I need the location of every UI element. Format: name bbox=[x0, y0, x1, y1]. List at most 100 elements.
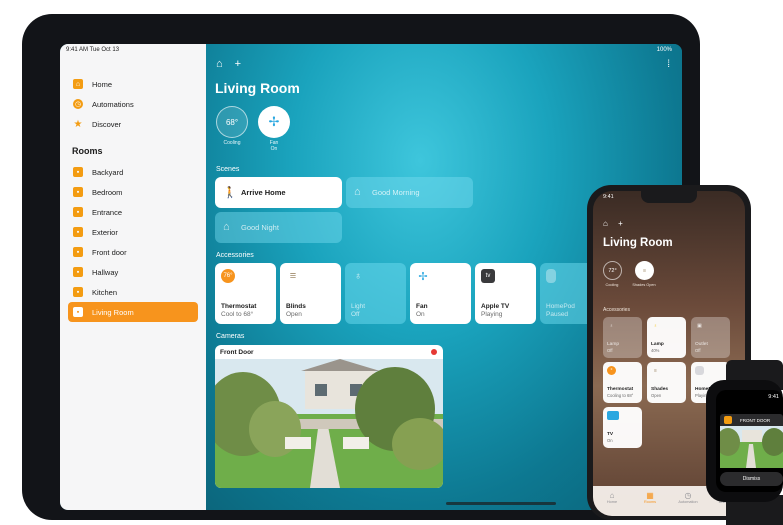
accessory-status: Paused bbox=[546, 311, 569, 318]
sidebar-item-kitchen[interactable]: ▪ Kitchen bbox=[68, 282, 198, 302]
accessory-status: Cool to 68° bbox=[221, 311, 254, 318]
iphone-shades-label: Shades Open bbox=[632, 283, 656, 287]
outlet-icon: ▣ bbox=[697, 322, 702, 329]
sidebar-item-bedroom[interactable]: ▪ Bedroom bbox=[68, 182, 198, 202]
tile-name: Lamp bbox=[607, 342, 619, 347]
accessory-status: Open bbox=[286, 311, 302, 318]
sidebar-item-label: Exterior bbox=[92, 227, 118, 237]
iphone-tile-outlet[interactable]: ▣ Outlet Off bbox=[691, 317, 730, 358]
iphone-climate-button[interactable]: 72° bbox=[603, 261, 622, 280]
accessory-status: Playing bbox=[481, 311, 503, 318]
tv-icon bbox=[607, 411, 619, 420]
home-icon[interactable]: ⌂ bbox=[216, 58, 223, 70]
accessory-light[interactable]: ♁ Light Off bbox=[345, 263, 406, 324]
camera-header: Front Door bbox=[215, 345, 443, 359]
room-icon: ▪ bbox=[73, 267, 83, 277]
sidebar-item-living-room[interactable]: ▪ Living Room bbox=[68, 302, 198, 322]
watch-camera-image bbox=[720, 426, 783, 468]
status-time: 9:41 AM Tue Oct 13 bbox=[66, 47, 120, 53]
scene-arrive-home[interactable]: 🚶 Arrive Home bbox=[215, 177, 342, 208]
room-icon: ▪ bbox=[73, 207, 83, 217]
accessory-thermostat[interactable]: 76° Thermostat Cool to 68° bbox=[215, 263, 276, 324]
camera-tile-front-door[interactable]: Front Door bbox=[215, 345, 443, 488]
shades-icon: ≡ bbox=[642, 267, 647, 274]
tile-name: Lamp bbox=[651, 342, 664, 347]
lightbulb-icon: ♁ bbox=[354, 270, 362, 282]
lamp-icon: ♁ bbox=[653, 322, 658, 329]
shades-icon: ≡ bbox=[654, 367, 657, 374]
homepod-icon bbox=[695, 366, 704, 375]
watch-time: 9:41 bbox=[768, 394, 779, 400]
room-icon: ▪ bbox=[73, 187, 83, 197]
sidebar-item-discover[interactable]: ★ Discover bbox=[68, 114, 198, 134]
room-icon: ▪ bbox=[73, 247, 83, 257]
climate-value: 68° bbox=[225, 117, 239, 127]
house-icon: ⌂ bbox=[609, 491, 615, 500]
tile-status: 40% bbox=[651, 348, 660, 353]
sidebar-item-backyard[interactable]: ▪ Backyard bbox=[68, 162, 198, 182]
iphone-accessories-heading: Accessories bbox=[603, 307, 630, 313]
apple-watch-device: 9:41 FRONT DOOR Dismiss bbox=[706, 380, 783, 502]
accessory-fan[interactable]: ✢ Fan On bbox=[410, 263, 471, 324]
iphone-tile-lamp-off[interactable]: ♁ Lamp Off bbox=[603, 317, 642, 358]
scenes-heading: Scenes bbox=[216, 166, 240, 173]
accessory-blinds[interactable]: ≡ Blinds Open bbox=[280, 263, 341, 324]
accessory-apple-tv[interactable]: tv Apple TV Playing bbox=[475, 263, 536, 324]
thermostat-icon: 76° bbox=[221, 269, 235, 283]
camera-feed-image bbox=[215, 359, 443, 488]
fan-icon: ✢ bbox=[418, 270, 428, 283]
house-sun-icon: ⌂ bbox=[354, 186, 361, 198]
tile-name: Outlet bbox=[695, 342, 708, 347]
watch-notification-title: FRONT DOOR bbox=[740, 417, 771, 423]
add-icon[interactable]: + bbox=[618, 219, 623, 228]
voice-icon[interactable]: ⁞ bbox=[667, 59, 670, 70]
dismiss-button[interactable]: Dismiss bbox=[720, 472, 783, 486]
sidebar-item-label: Home bbox=[92, 79, 113, 89]
climate-status-button[interactable]: 68° bbox=[216, 106, 248, 138]
iphone-tile-tv[interactable]: TV On bbox=[603, 407, 642, 448]
watch-notification-header: FRONT DOOR bbox=[720, 414, 783, 426]
iphone-tile-lamp-on[interactable]: ♁ Lamp 40% bbox=[647, 317, 686, 358]
iphone-toolbar: ⌂ + bbox=[603, 219, 623, 228]
climate-label: Cooling bbox=[223, 140, 241, 146]
tab-label: Rooms bbox=[643, 500, 657, 504]
scene-good-night[interactable]: ⌂ Good Night bbox=[215, 212, 342, 243]
tab-automation[interactable]: ◷ Automation bbox=[671, 491, 705, 516]
tab-rooms[interactable]: ▦ Rooms bbox=[633, 491, 667, 516]
home-icon[interactable]: ⌂ bbox=[603, 219, 608, 228]
sidebar-item-label: Entrance bbox=[92, 207, 123, 217]
iphone-shades-button[interactable]: ≡ bbox=[635, 261, 654, 280]
sidebar-item-hallway[interactable]: ▪ Hallway bbox=[68, 262, 198, 282]
sidebar-item-home[interactable]: ⌂ Home bbox=[68, 74, 198, 94]
tile-status: On bbox=[607, 438, 613, 443]
sidebar-item-front-door[interactable]: ▪ Front door bbox=[68, 242, 198, 262]
iphone-tile-thermostat[interactable]: ° Thermostat Cooling to 68° bbox=[603, 362, 642, 403]
thermostat-icon: ° bbox=[607, 366, 616, 375]
iphone-status-time: 9:41 bbox=[603, 194, 614, 200]
rooms-icon: ▦ bbox=[646, 491, 654, 500]
sidebar-item-automations[interactable]: ◷ Automations bbox=[68, 94, 198, 114]
iphone-tile-shades[interactable]: ≡ Shades Open bbox=[647, 362, 686, 403]
sidebar-item-label: Bedroom bbox=[92, 187, 123, 197]
add-icon[interactable]: + bbox=[235, 58, 241, 70]
accessory-status: On bbox=[416, 311, 425, 318]
top-toolbar: ⌂ + bbox=[216, 58, 241, 70]
tab-label: Home bbox=[606, 500, 618, 504]
sidebar: ⌂ Home ◷ Automations ★ Discover Rooms ▪ … bbox=[60, 44, 206, 510]
tab-home[interactable]: ⌂ Home bbox=[595, 491, 629, 516]
blinds-icon: ≡ bbox=[289, 270, 297, 282]
fan-status-button[interactable]: ✢ bbox=[258, 106, 290, 138]
iphone-climate-label: Cooling bbox=[605, 283, 619, 287]
house-moon-icon: ⌂ bbox=[223, 221, 230, 233]
sidebar-item-exterior[interactable]: ▪ Exterior bbox=[68, 222, 198, 242]
accessory-name: Light bbox=[351, 303, 366, 310]
iphone-page-title: Living Room bbox=[603, 237, 673, 249]
sidebar-item-entrance[interactable]: ▪ Entrance bbox=[68, 202, 198, 222]
accessories-heading: Accessories bbox=[216, 252, 254, 259]
sidebar-item-label: Backyard bbox=[92, 167, 124, 177]
clock-icon: ◷ bbox=[73, 99, 83, 109]
scene-good-morning[interactable]: ⌂ Good Morning bbox=[346, 177, 473, 208]
accessory-name: HomePod bbox=[546, 303, 575, 310]
scene-label: Good Morning bbox=[372, 188, 420, 197]
person-walking-icon: 🚶 bbox=[223, 187, 237, 199]
